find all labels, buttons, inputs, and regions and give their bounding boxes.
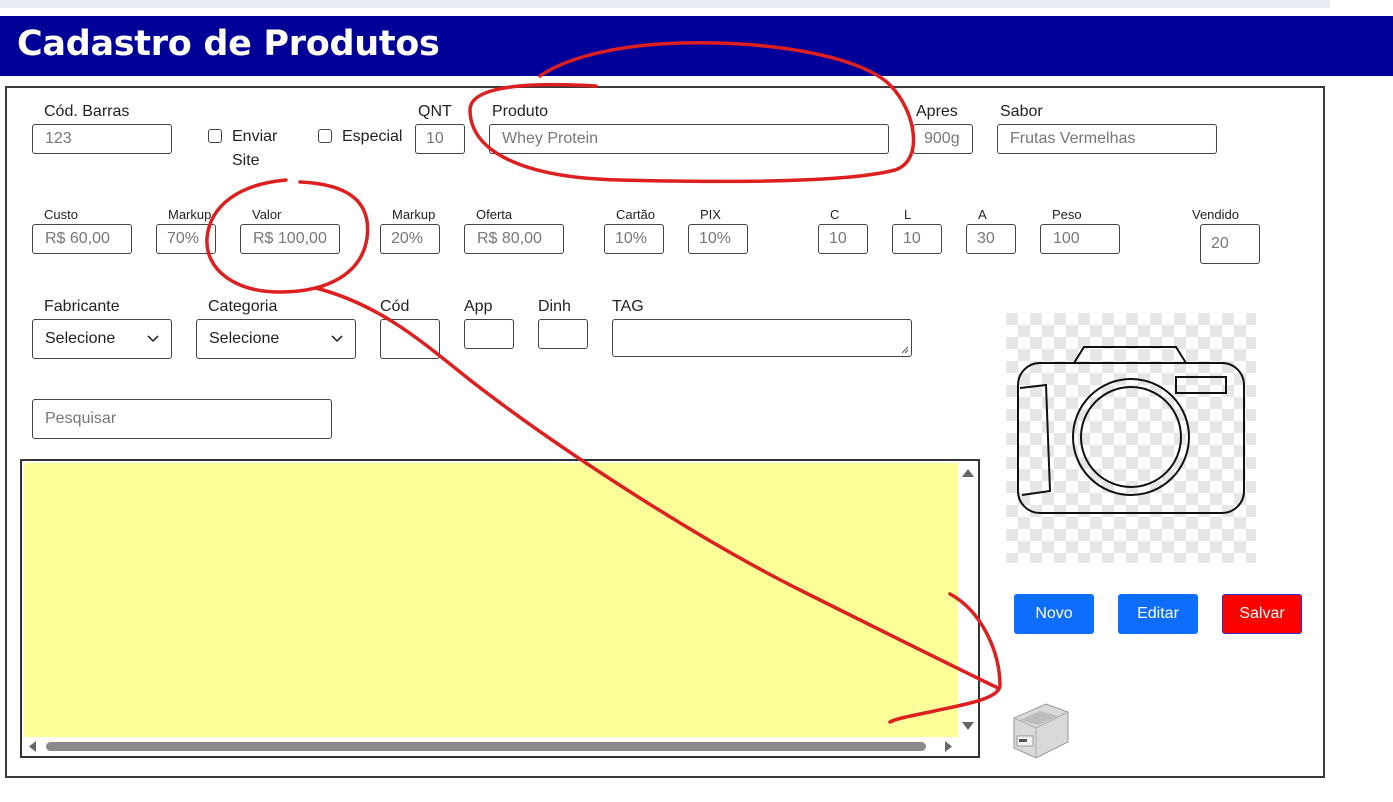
- red-annotation-overlay: [205, 41, 1002, 724]
